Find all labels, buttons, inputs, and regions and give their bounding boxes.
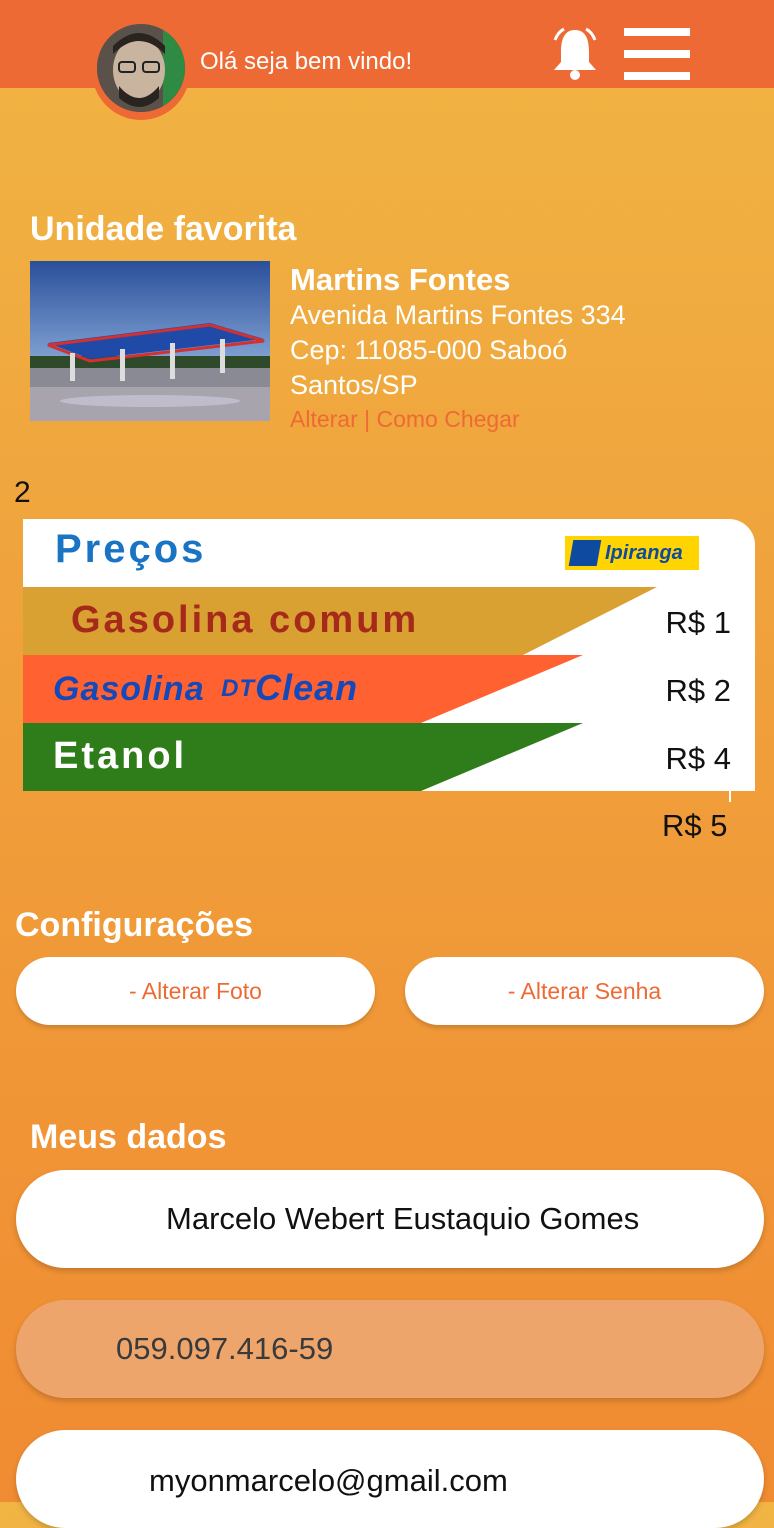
etanol-price: R$ 4 [665, 741, 731, 776]
divider-tick [729, 788, 731, 802]
etanol-label: Etanol [53, 735, 188, 777]
gas-station-photo [30, 261, 270, 421]
favorite-actions-links[interactable]: Alterar | Como Chegar [290, 406, 520, 433]
name-value: Marcelo Webert Eustaquio Gomes [166, 1201, 640, 1236]
my-data-title: Meus dados [30, 1118, 227, 1156]
change-password-button[interactable]: - Alterar Senha [405, 957, 764, 1025]
extra-price: R$ 5 [662, 808, 728, 843]
name-field[interactable]: Marcelo Webert Eustaquio Gomes [16, 1170, 764, 1268]
cpf-field: 059.097.416-59 [16, 1300, 764, 1398]
favorite-section-title: Unidade favorita [30, 210, 297, 248]
favorite-city: Santos/SP [290, 370, 418, 400]
email-field[interactable]: myonmarcelo@gmail.com [16, 1430, 764, 1528]
gasolina-dt-clean-label: Gasolina DTClean [53, 667, 359, 708]
prices-card: Preços Ipiranga Gasolina comum R$ 1 Gaso… [23, 519, 755, 791]
favorite-address: Avenida Martins Fontes 334 [290, 300, 626, 330]
avatar-photo [97, 24, 185, 112]
hamburger-menu-icon[interactable] [624, 28, 690, 80]
cpf-value: 059.097.416-59 [116, 1331, 334, 1366]
greeting-text: Olá seja bem vindo! [200, 48, 413, 75]
gasolina-comum-price: R$ 1 [665, 605, 731, 640]
bell-icon[interactable] [550, 26, 600, 80]
favorite-station-name: Martins Fontes [290, 262, 511, 297]
change-photo-button[interactable]: - Alterar Foto [16, 957, 375, 1025]
settings-title: Configurações [15, 906, 254, 944]
gasolina-dt-clean-price: R$ 2 [665, 673, 731, 708]
stray-number: 2 [14, 476, 31, 509]
gasolina-comum-label: Gasolina comum [71, 599, 420, 641]
email-value: myonmarcelo@gmail.com [149, 1463, 508, 1498]
user-avatar[interactable] [92, 22, 190, 120]
favorite-cep: Cep: 11085-000 Saboó [290, 335, 568, 365]
